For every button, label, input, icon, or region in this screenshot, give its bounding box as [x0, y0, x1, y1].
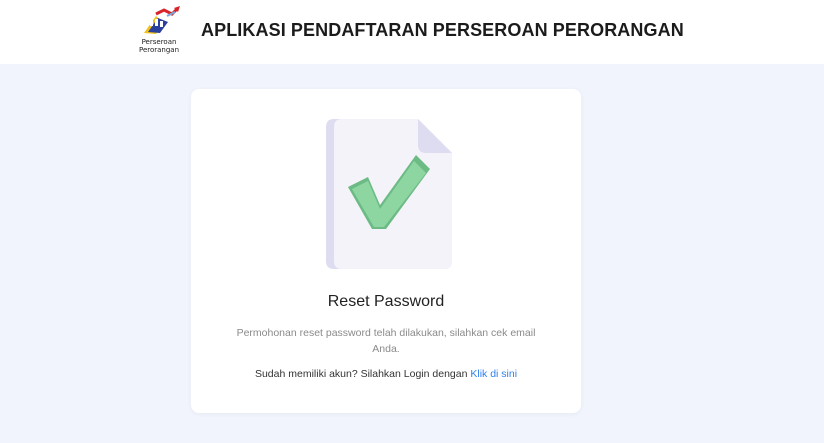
logo-caption-line1: Perseroan: [141, 38, 177, 46]
reset-password-card: Reset Password Permohonan reset password…: [191, 89, 581, 413]
logo-caption-line2: Perorangan: [138, 46, 180, 54]
reset-confirmation-message: Permohonan reset password telah dilakuka…: [236, 327, 536, 355]
logo-caption: Perseroan Perorangan: [134, 38, 184, 54]
top-header: Perseroan Perorangan APLIKASI PENDAFTARA…: [0, 0, 824, 64]
logo-emblem-icon: [144, 6, 180, 34]
login-prompt: Sudah memiliki akun? Silahkan Login deng…: [191, 368, 581, 380]
login-prompt-text: Sudah memiliki akun? Silahkan Login deng…: [254, 368, 468, 380]
app-title: APLIKASI PENDAFTARAN PERSEROAN PERORANGA…: [201, 20, 684, 40]
page-title: Reset Password: [327, 293, 445, 310]
login-link[interactable]: Klik di sini: [470, 368, 517, 380]
document-checkmark-icon: [318, 117, 458, 273]
perseroan-perorangan-logo[interactable]: Perseroan Perorangan: [134, 6, 184, 56]
